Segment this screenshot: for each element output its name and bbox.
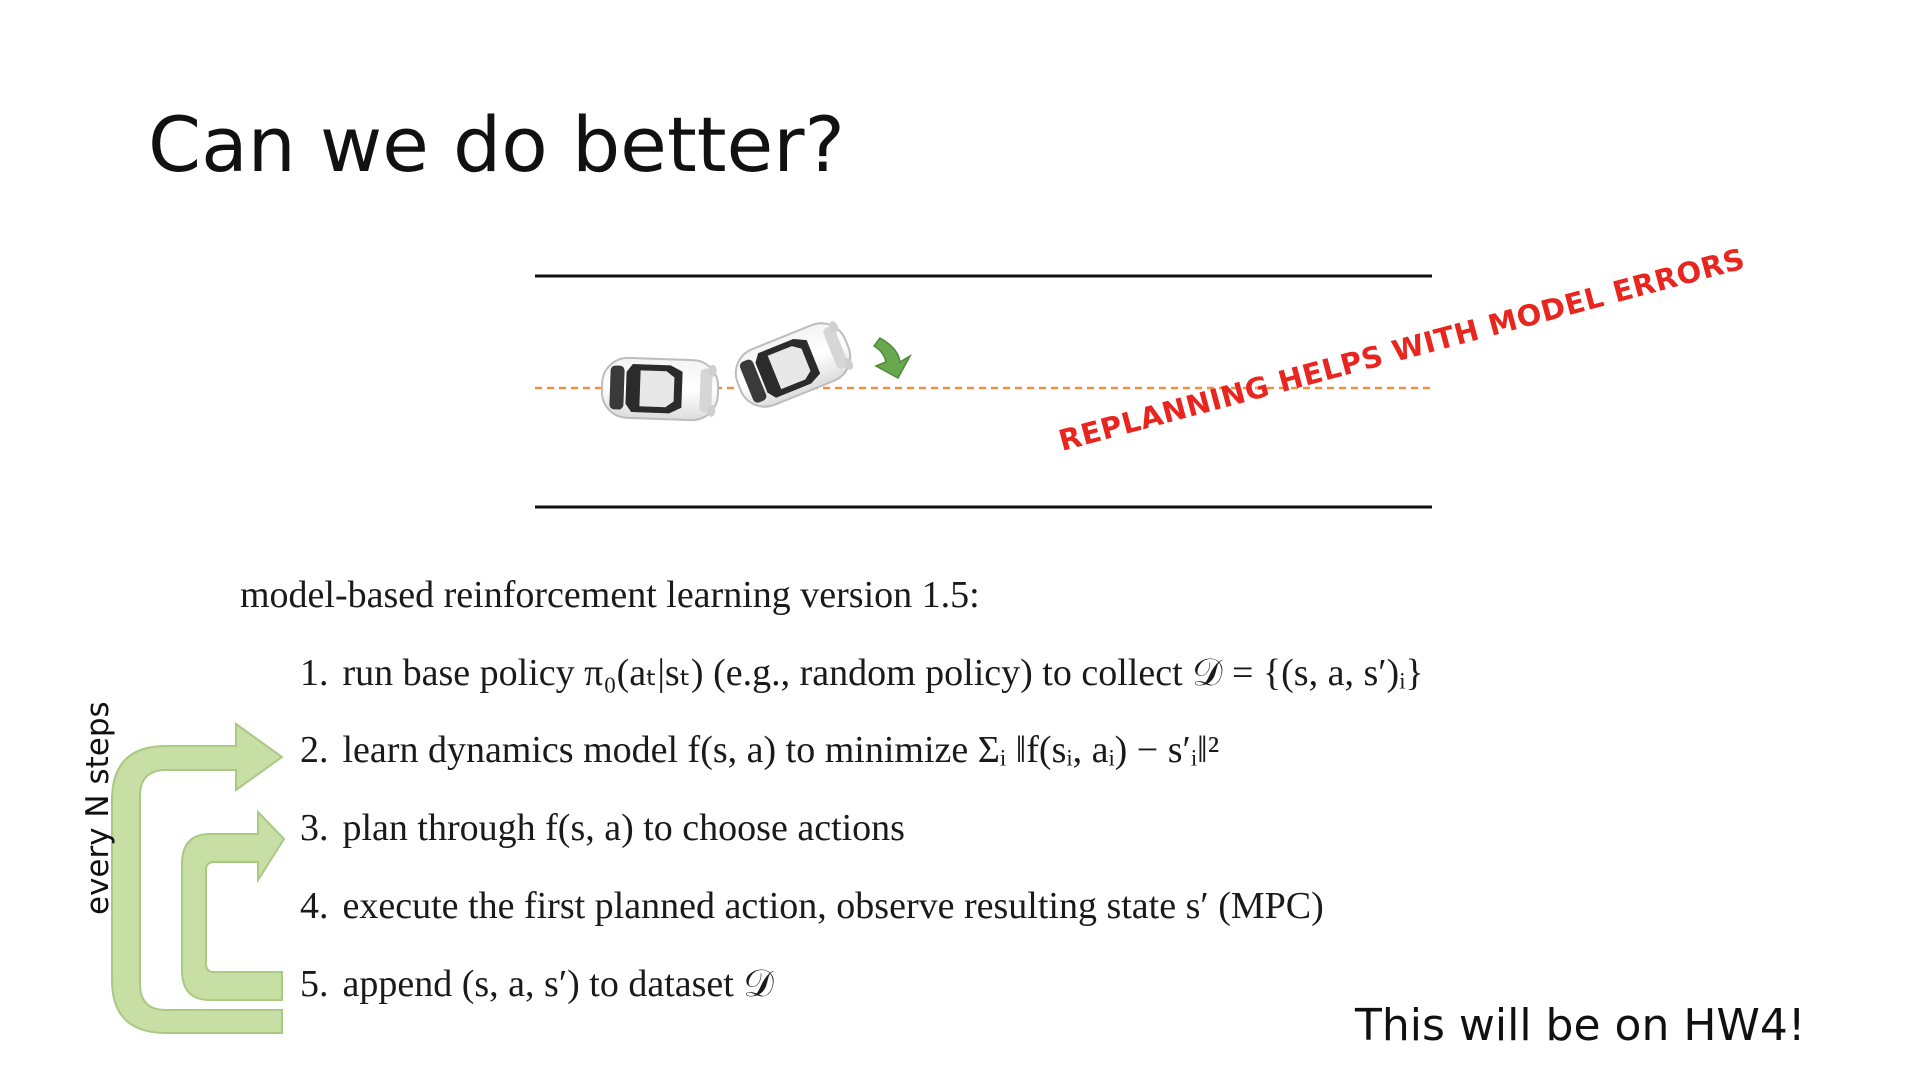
step-text: execute the first planned action, observ… — [342, 885, 1324, 927]
step-number: 2. — [300, 729, 329, 771]
algorithm-step-4: 4. execute the first planned action, obse… — [300, 884, 1324, 928]
algorithm-step-2: 2. learn dynamics model f(s, a) to minimi… — [300, 728, 1219, 772]
step-text: plan through f(s, a) to choose actions — [342, 807, 905, 849]
step-number: 3. — [300, 807, 329, 849]
algorithm-step-1: 1. run base policy π₀(aₜ|sₜ) (e.g., rando… — [300, 650, 1424, 695]
loop-arrow-icon — [181, 809, 286, 1001]
loop-label: every N steps — [80, 701, 116, 915]
step-number: 1. — [300, 652, 329, 694]
algorithm-step-5: 5. append (s, a, s′) to dataset 𝒟 — [300, 962, 774, 1006]
step-text: learn dynamics model f(s, a) to minimize… — [342, 729, 1220, 771]
step-text: run base policy π₀(aₜ|sₜ) (e.g., random … — [342, 652, 1424, 694]
homework-note: This will be on HW4! — [1355, 1000, 1806, 1051]
step-number: 5. — [300, 963, 329, 1005]
step-number: 4. — [300, 885, 329, 927]
step-text: append (s, a, s′) to dataset 𝒟 — [342, 963, 774, 1005]
slide: Can we do better? REPLANNING HELPS WITH … — [0, 0, 1920, 1080]
algorithm-step-3: 3. plan through f(s, a) to choose actions — [300, 806, 905, 850]
